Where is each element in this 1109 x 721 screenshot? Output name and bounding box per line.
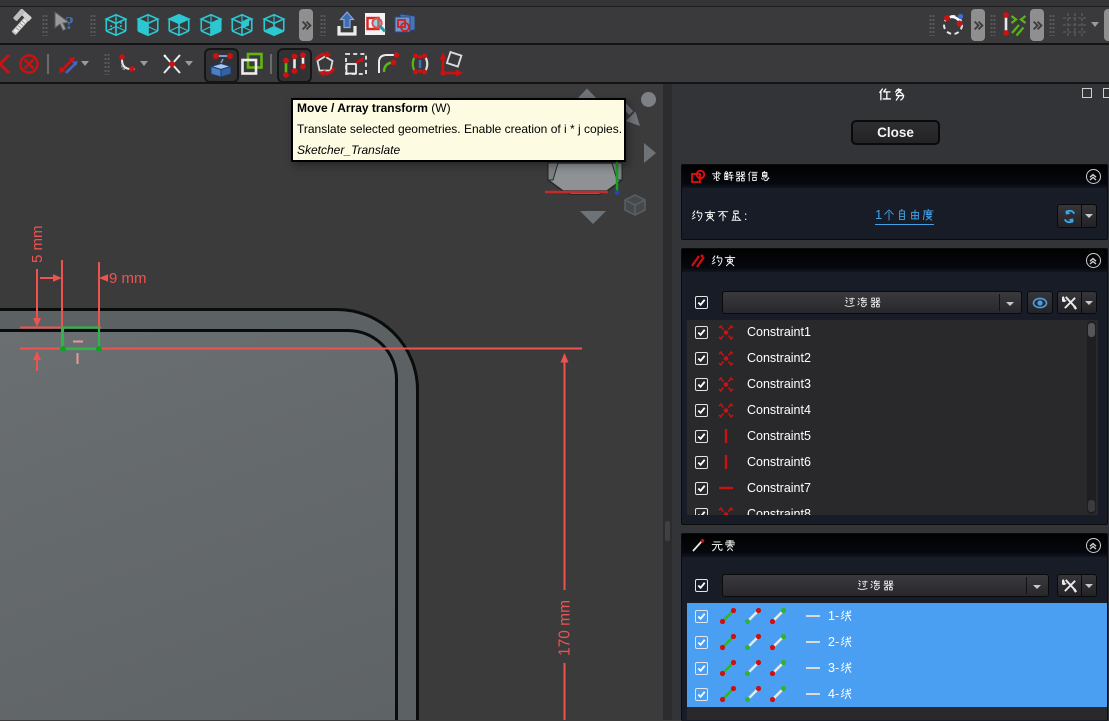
svg-text:170 mm: 170 mm (557, 600, 574, 656)
svg-text:?: ? (65, 13, 74, 33)
svg-text:5 mm: 5 mm (29, 226, 46, 264)
svg-text:9 mm: 9 mm (109, 270, 147, 287)
